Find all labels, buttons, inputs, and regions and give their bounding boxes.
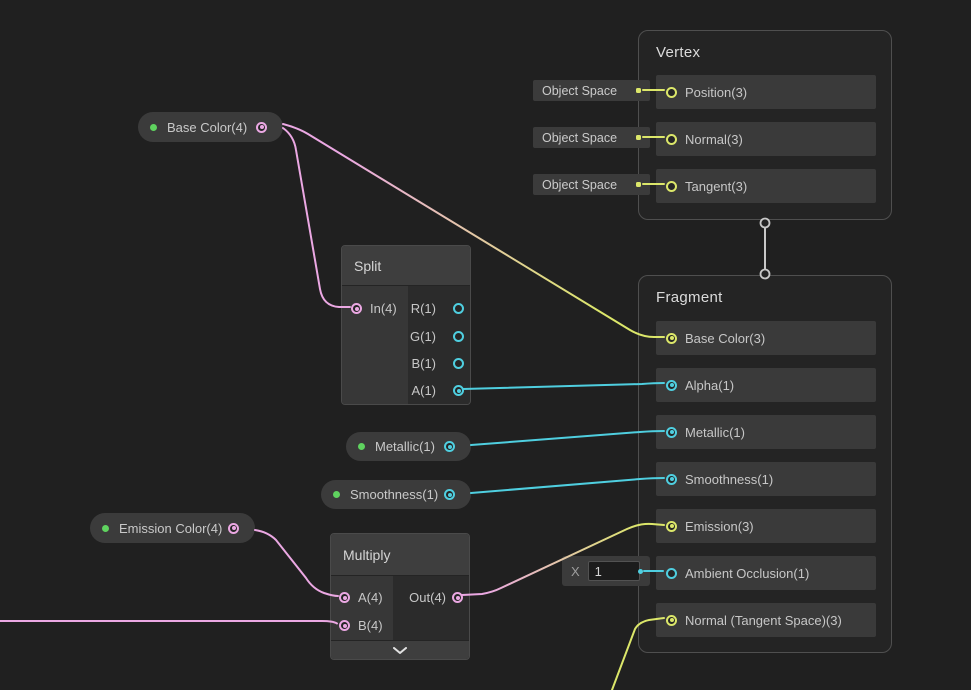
space-dot-icon — [636, 182, 641, 187]
edge-basecolor-to-split[interactable] — [283, 128, 350, 307]
object-space-dropdown-position[interactable]: Object Space — [533, 80, 650, 101]
vertex-position-label: Position(3) — [685, 85, 747, 100]
vertex-tangent-slot: Tangent(3) — [656, 169, 876, 203]
space-dot-icon — [636, 88, 641, 93]
multiply-a-label: A(4) — [358, 590, 383, 605]
vertex-node[interactable]: Vertex Position(3) Normal(3) Tangent(3) — [638, 30, 892, 220]
split-in-port[interactable] — [351, 303, 362, 314]
split-a-port[interactable] — [453, 385, 464, 396]
object-space-label: Object Space — [542, 131, 617, 145]
smoothness-property-port[interactable] — [444, 489, 455, 500]
fragment-normal-label: Normal (Tangent Space)(3) — [685, 613, 842, 628]
space-dot-icon — [636, 135, 641, 140]
property-pill-metallic[interactable]: Metallic(1) — [346, 432, 471, 461]
object-space-label: Object Space — [542, 84, 617, 98]
multiply-b-label: B(4) — [358, 618, 383, 633]
edge-splita-to-alpha[interactable] — [463, 383, 664, 389]
metallic-property-port[interactable] — [444, 441, 455, 452]
split-b-port[interactable] — [453, 358, 464, 369]
emission-color-property-label: Emission Color(4) — [119, 521, 222, 536]
multiply-node[interactable]: Multiply A(4) B(4) Out(4) — [330, 533, 470, 660]
property-dot-icon — [102, 525, 109, 532]
shader-graph-canvas[interactable]: { "nodes": { "vertex": { "title": "Verte… — [0, 0, 971, 690]
vertex-normal-label: Normal(3) — [685, 132, 743, 147]
split-a-label: A(1) — [411, 383, 436, 398]
fragment-metallic-slot: Metallic(1) — [656, 415, 876, 449]
base-color-property-port[interactable] — [256, 122, 267, 133]
edge-smoothness-to-fragment[interactable] — [471, 478, 664, 493]
vertex-normal-port[interactable] — [666, 134, 677, 145]
fragment-ambient-occlusion-slot: Ambient Occlusion(1) — [656, 556, 876, 590]
fragment-smoothness-slot: Smoothness(1) — [656, 462, 876, 496]
split-r-port[interactable] — [453, 303, 464, 314]
split-node[interactable]: Split In(4) R(1) G(1) B(1) A(1) — [341, 245, 471, 405]
fragment-normal-slot: Normal (Tangent Space)(3) — [656, 603, 876, 637]
split-g-port[interactable] — [453, 331, 464, 342]
split-r-label: R(1) — [411, 301, 436, 316]
fragment-emission-port[interactable] — [666, 521, 677, 532]
split-b-label: B(1) — [411, 356, 436, 371]
vertex-position-port[interactable] — [666, 87, 677, 98]
vertex-tangent-label: Tangent(3) — [685, 179, 747, 194]
object-space-label: Object Space — [542, 178, 617, 192]
object-space-dropdown-normal[interactable]: Object Space — [533, 127, 650, 148]
smoothness-property-label: Smoothness(1) — [350, 487, 438, 502]
fragment-smoothness-port[interactable] — [666, 474, 677, 485]
multiply-out-label: Out(4) — [409, 590, 446, 605]
vertex-position-slot: Position(3) — [656, 75, 876, 109]
fragment-base-color-slot: Base Color(3) — [656, 321, 876, 355]
split-node-title: Split — [354, 258, 381, 274]
property-dot-icon — [150, 124, 157, 131]
multiply-b-port[interactable] — [339, 620, 350, 631]
fragment-metallic-port[interactable] — [666, 427, 677, 438]
fragment-metallic-label: Metallic(1) — [685, 425, 745, 440]
fragment-emission-label: Emission(3) — [685, 519, 754, 534]
edge-offscreen-to-multiply-b[interactable] — [0, 621, 337, 624]
fragment-base-color-label: Base Color(3) — [685, 331, 765, 346]
base-color-property-label: Base Color(4) — [167, 120, 247, 135]
object-space-dropdown-tangent[interactable]: Object Space — [533, 174, 650, 195]
vertex-node-title: Vertex — [639, 31, 891, 61]
ambient-occlusion-value-field[interactable] — [588, 561, 640, 581]
fragment-smoothness-label: Smoothness(1) — [685, 472, 773, 487]
x-component-label: X — [571, 564, 580, 579]
edge-emissioncolor-to-multiply-a[interactable] — [255, 530, 338, 596]
property-pill-smoothness[interactable]: Smoothness(1) — [321, 480, 471, 509]
port-dot-icon — [638, 569, 643, 574]
property-pill-base-color[interactable]: Base Color(4) — [138, 112, 283, 142]
emission-color-property-port[interactable] — [228, 523, 239, 534]
ambient-occlusion-default-input: X — [562, 556, 650, 586]
property-dot-icon — [333, 491, 340, 498]
multiply-node-title: Multiply — [343, 547, 390, 563]
vertex-tangent-port[interactable] — [666, 181, 677, 192]
chevron-down-icon[interactable] — [393, 647, 407, 654]
fragment-alpha-port[interactable] — [666, 380, 677, 391]
fragment-alpha-slot: Alpha(1) — [656, 368, 876, 402]
fragment-ambient-occlusion-label: Ambient Occlusion(1) — [685, 566, 809, 581]
fragment-node[interactable]: Fragment Base Color(3) Alpha(1) Metallic… — [638, 275, 892, 653]
edge-metallic-to-fragment[interactable] — [471, 431, 664, 445]
metallic-property-label: Metallic(1) — [375, 439, 435, 454]
multiply-a-port[interactable] — [339, 592, 350, 603]
vertex-normal-slot: Normal(3) — [656, 122, 876, 156]
multiply-out-port[interactable] — [452, 592, 463, 603]
fragment-emission-slot: Emission(3) — [656, 509, 876, 543]
property-pill-emission-color[interactable]: Emission Color(4) — [90, 513, 255, 543]
split-in-label: In(4) — [370, 301, 397, 316]
fragment-ambient-occlusion-port[interactable] — [666, 568, 677, 579]
multiply-collapse-bar[interactable] — [331, 640, 469, 659]
fragment-base-color-port[interactable] — [666, 333, 677, 344]
property-dot-icon — [358, 443, 365, 450]
split-g-label: G(1) — [410, 329, 436, 344]
fragment-normal-port[interactable] — [666, 615, 677, 626]
fragment-alpha-label: Alpha(1) — [685, 378, 734, 393]
fragment-node-title: Fragment — [639, 276, 891, 306]
